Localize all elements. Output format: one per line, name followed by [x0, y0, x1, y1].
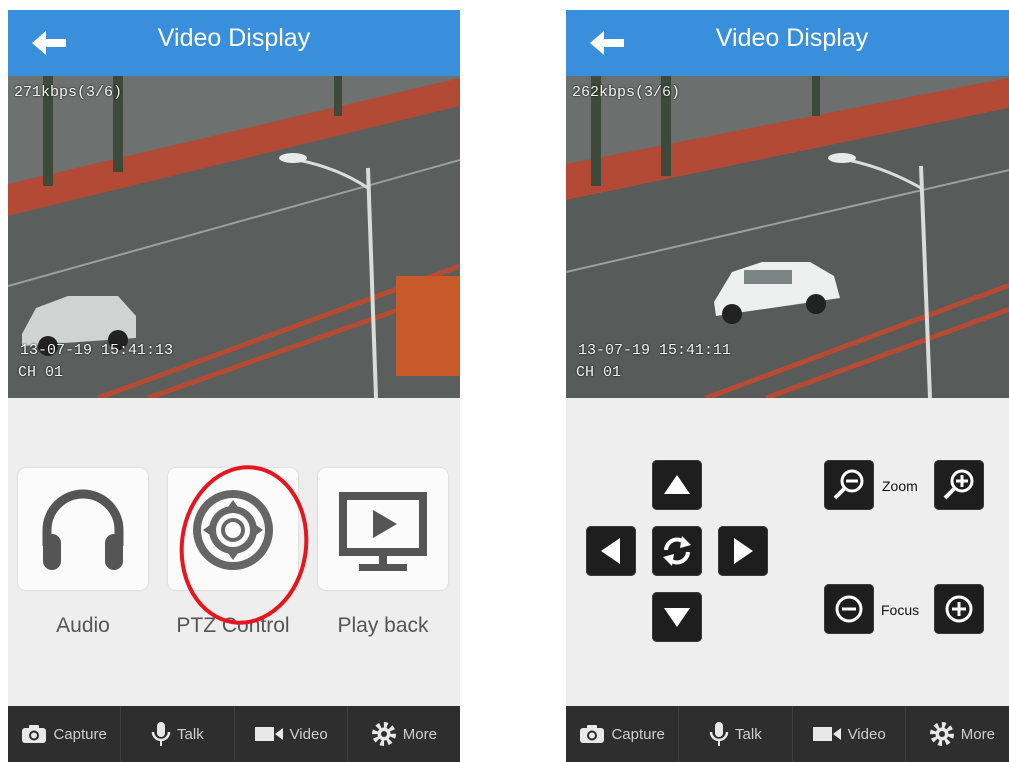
timestamp-overlay: 13-07-19 15:41:13 — [20, 342, 174, 359]
microphone-icon — [151, 722, 171, 746]
more-tab[interactable]: More — [348, 706, 460, 762]
capture-tab-label: Capture — [53, 725, 107, 743]
zoom-in-icon — [943, 469, 974, 500]
video-tab[interactable]: Video — [793, 706, 906, 762]
playback-button[interactable] — [318, 468, 448, 590]
focus-far-button[interactable] — [934, 584, 984, 634]
headphones-icon — [42, 489, 124, 570]
focus-near-button[interactable] — [824, 584, 874, 634]
capture-tab[interactable]: Capture — [8, 706, 122, 762]
auto-rotate-button[interactable] — [652, 526, 702, 576]
zoom-out-icon — [833, 469, 864, 500]
video-camera-icon — [254, 727, 283, 741]
camera-icon — [22, 725, 47, 743]
zoom-in-button[interactable] — [934, 460, 984, 510]
page-title: Video Display — [715, 24, 869, 52]
tilt-up-button[interactable] — [652, 460, 702, 510]
bitrate-overlay: 262kbps(3/6) — [572, 84, 681, 101]
arrow-up-icon — [664, 475, 690, 494]
bottom-tab-bar: Capture Talk Video More — [566, 706, 1009, 762]
audio-label: Audio — [56, 614, 110, 637]
timestamp-overlay: 13-07-19 15:41:11 — [578, 342, 732, 359]
monitor-play-icon — [339, 492, 427, 571]
focus-label: Focus — [881, 602, 920, 618]
gear-icon — [929, 722, 954, 746]
video-tab-label: Video — [289, 725, 328, 743]
zoom-out-button[interactable] — [824, 460, 874, 510]
title-bar: Video Display — [566, 10, 1009, 76]
talk-tab-label: Talk — [735, 725, 762, 743]
capture-tab-label: Capture — [611, 725, 665, 743]
page-title: Video Display — [157, 24, 311, 52]
bitrate-overlay: 271kbps(3/6) — [14, 84, 123, 101]
video-tab[interactable]: Video — [235, 706, 348, 762]
audio-button[interactable] — [18, 468, 148, 590]
plus-circle-icon — [945, 595, 973, 623]
playback-label: Play back — [337, 614, 429, 637]
phone-screen-left: Video Display 271kbps(3/6) 13-07-19 15:4… — [8, 10, 460, 762]
more-tab-label: More — [402, 725, 437, 743]
more-tab-label: More — [960, 725, 995, 743]
talk-tab[interactable]: Talk — [679, 706, 793, 762]
pan-right-button[interactable] — [718, 526, 768, 576]
arrow-right-icon — [734, 538, 753, 564]
gear-icon — [371, 722, 396, 746]
minus-circle-icon — [835, 595, 863, 623]
microphone-icon — [709, 722, 729, 746]
video-view[interactable]: 262kbps(3/6) 13-07-19 15:41:11 CH 01 — [566, 76, 1009, 398]
channel-overlay: CH 01 — [18, 364, 64, 381]
highlight-circle-annotation — [179, 465, 309, 625]
arrow-left-icon — [601, 538, 620, 564]
video-tab-label: Video — [847, 725, 886, 743]
talk-tab[interactable]: Talk — [121, 706, 235, 762]
tilt-down-button[interactable] — [652, 592, 702, 642]
more-tab[interactable]: More — [906, 706, 1009, 762]
video-view[interactable]: 271kbps(3/6) 13-07-19 15:41:13 CH 01 — [8, 76, 460, 398]
talk-tab-label: Talk — [177, 725, 204, 743]
channel-overlay: CH 01 — [576, 364, 622, 381]
phone-screen-right: Video Display 262kbps(3/6) 13-07-19 15:4… — [566, 10, 1009, 762]
pan-left-button[interactable] — [586, 526, 636, 576]
arrow-down-icon — [664, 608, 690, 627]
refresh-icon — [663, 536, 691, 566]
bottom-tab-bar: Capture Talk Video More — [8, 706, 460, 762]
camera-icon — [580, 725, 605, 743]
title-bar: Video Display — [8, 10, 460, 76]
capture-tab[interactable]: Capture — [566, 706, 680, 762]
video-camera-icon — [812, 727, 841, 741]
zoom-label: Zoom — [882, 478, 918, 494]
